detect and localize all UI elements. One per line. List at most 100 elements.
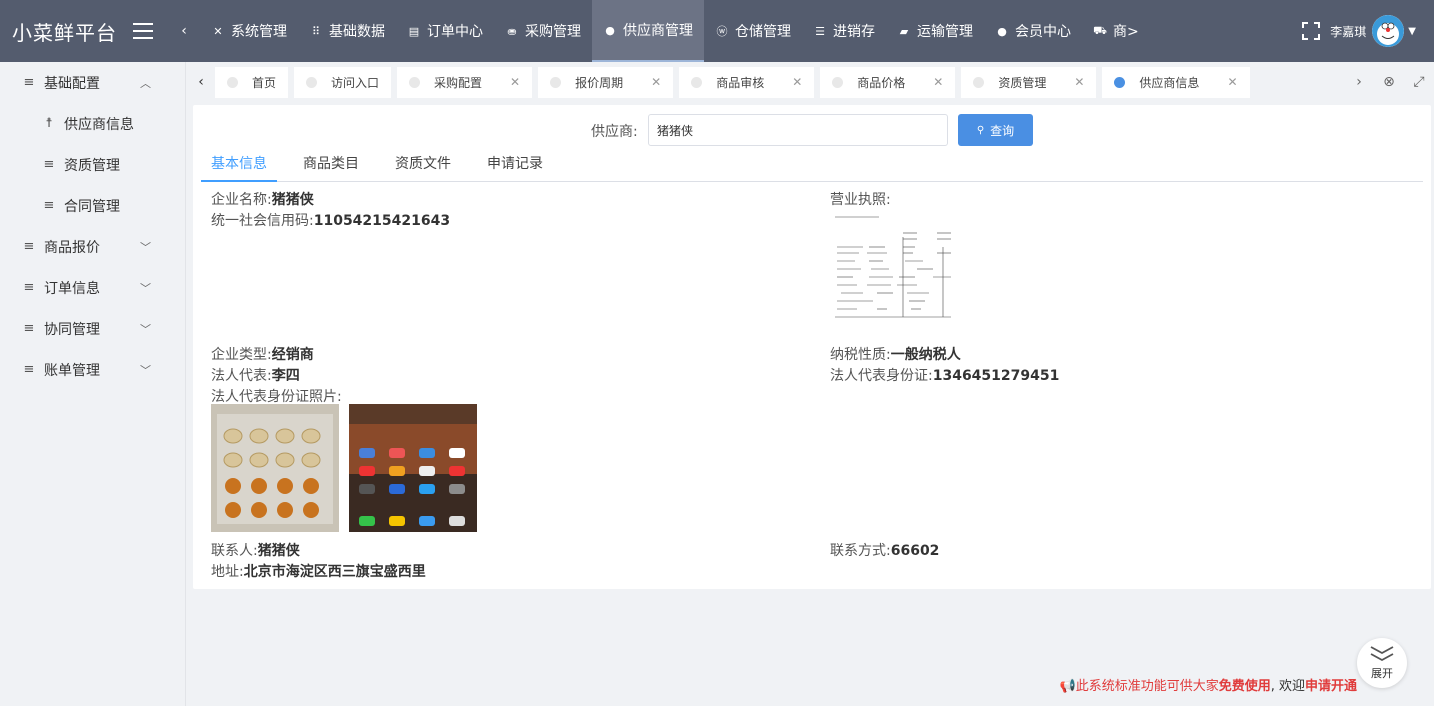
sidebar-item-contract[interactable]: ≡ 合同管理 bbox=[0, 185, 185, 226]
basket-icon: ⛂ bbox=[507, 24, 517, 38]
license-label: 营业执照: bbox=[830, 192, 891, 208]
nav-basic-data[interactable]: ⠿ 基础数据 bbox=[298, 0, 396, 62]
nav-system[interactable]: ✕ 系统管理 bbox=[200, 0, 298, 62]
chevron-down-icon: ﹀ bbox=[140, 240, 151, 254]
detail-tabs: 基本信息 商品类目 资质文件 申请记录 bbox=[201, 154, 1423, 182]
legal-rep-field: 法人代表:李四 bbox=[211, 368, 300, 384]
chevron-down-icon: ﹀ bbox=[140, 281, 151, 295]
sidebar-item-supplier-info[interactable]: ☨ 供应商信息 bbox=[0, 103, 185, 144]
business-license-image[interactable] bbox=[833, 213, 953, 333]
tab-basic-info[interactable]: 基本信息 bbox=[201, 154, 277, 182]
nav-purchase[interactable]: ⛂ 采购管理 bbox=[494, 0, 592, 62]
tabs-bar: ‹ 首页 访问入口 采购配置 ✕ 报价周期 ✕ 商品审核 ✕ 商品价格 ✕ 资质管理 ✕ … bbox=[187, 62, 1434, 102]
tab-qualification[interactable]: 资质管理 ✕ bbox=[961, 66, 1097, 98]
nav-warehouse[interactable]: ⓦ 仓储管理 bbox=[704, 0, 802, 62]
legal-id-field: 法人代表身份证:1346451279451 bbox=[830, 368, 1060, 384]
apply-link[interactable]: 申请开通 bbox=[1305, 679, 1357, 694]
sliders-icon: ☰ bbox=[815, 24, 825, 38]
sidebar: ≡ 基础配置 ︿ ☨ 供应商信息 ≡ 资质管理 ≡ 合同管理 ≡ 商品报价 ﹀ ≡ 订单信息 ﹀ … bbox=[0, 62, 186, 706]
nav-inventory[interactable]: ☰ 进销存 bbox=[802, 0, 886, 62]
company-type-field: 企业类型:经销商 bbox=[211, 347, 314, 363]
sidebar-item-basic-config[interactable]: ≡ 基础配置 ︿ bbox=[0, 62, 185, 103]
tax-field: 纳税性质:一般纳税人 bbox=[830, 347, 961, 363]
list-icon: ≡ bbox=[23, 280, 35, 295]
chevron-down-icon: ﹀ bbox=[140, 322, 151, 336]
expand-button[interactable]: 展开 bbox=[1357, 638, 1407, 688]
list-icon: ≡ bbox=[23, 239, 35, 254]
top-right: 李嘉琪 ▼ bbox=[1302, 15, 1434, 47]
brand: 小菜鲜平台 bbox=[0, 0, 186, 62]
nav-orders[interactable]: ▤ 订单中心 bbox=[396, 0, 494, 62]
search-label: 供应商: bbox=[591, 124, 638, 140]
menu-toggle-icon[interactable] bbox=[133, 23, 153, 39]
nav-transport[interactable]: ▰ 运输管理 bbox=[886, 0, 984, 62]
credit-code-value: 11054215421643 bbox=[313, 213, 451, 229]
nav-scroll-left-icon[interactable]: ‹ bbox=[174, 23, 194, 39]
close-icon[interactable]: ✕ bbox=[933, 75, 943, 89]
app-title: 小菜鲜平台 bbox=[12, 20, 117, 45]
status-dot bbox=[973, 76, 985, 88]
close-icon[interactable]: ✕ bbox=[510, 75, 520, 89]
tabs-scroll-left-icon[interactable]: ‹ bbox=[187, 62, 215, 102]
car-icon: ▰ bbox=[899, 24, 909, 38]
grid-icon: ⠿ bbox=[311, 24, 321, 38]
id-photo-2[interactable] bbox=[349, 404, 477, 532]
company-type-value: 经销商 bbox=[271, 347, 314, 363]
close-icon[interactable]: ✕ bbox=[651, 75, 661, 89]
sidebar-item-qualification[interactable]: ≡ 资质管理 bbox=[0, 144, 185, 185]
nav-member[interactable]: ● 会员中心 bbox=[984, 0, 1082, 62]
top-nav: ✕ 系统管理 ⠿ 基础数据 ▤ 订单中心 ⛂ 采购管理 ● 供应商管理 ⓦ 仓储管理 ☰ 进销… bbox=[200, 0, 1150, 62]
contact-value: 猪猪侠 bbox=[257, 543, 300, 559]
company-name-field: 企业名称:猪猪侠 bbox=[211, 192, 314, 208]
search-input[interactable] bbox=[648, 114, 948, 146]
status-dot bbox=[691, 76, 703, 88]
chevron-down-icon[interactable]: ▼ bbox=[1408, 26, 1416, 37]
list-icon: ≡ bbox=[43, 198, 55, 213]
id-photo-1[interactable] bbox=[211, 404, 339, 532]
tab-goods-review[interactable]: 商品审核 ✕ bbox=[679, 66, 815, 98]
search-button[interactable]: ⚲ 查询 bbox=[958, 114, 1033, 146]
tab-supplier-info[interactable]: 供应商信息 ✕ bbox=[1102, 66, 1250, 98]
tab-purchase-config[interactable]: 采购配置 ✕ bbox=[397, 66, 533, 98]
credit-code-field: 统一社会信用码:11054215421643 bbox=[211, 213, 451, 229]
nav-supplier[interactable]: ● 供应商管理 bbox=[592, 0, 704, 62]
tab-quote-cycle[interactable]: 报价周期 ✕ bbox=[538, 66, 674, 98]
sidebar-item-order-info[interactable]: ≡ 订单信息 ﹀ bbox=[0, 267, 185, 308]
user-icon: ● bbox=[997, 24, 1007, 38]
sidebar-item-billing[interactable]: ≡ 账单管理 ﹀ bbox=[0, 349, 185, 390]
chevron-up-icon: ︿ bbox=[140, 76, 151, 90]
tab-qualification-files[interactable]: 资质文件 bbox=[385, 154, 461, 182]
tab-application-records[interactable]: 申请记录 bbox=[477, 154, 553, 182]
status-dot bbox=[832, 76, 844, 88]
list-icon: ≡ bbox=[43, 157, 55, 172]
expand-icon[interactable]: ⤢ bbox=[1404, 62, 1434, 102]
fullscreen-icon[interactable] bbox=[1302, 22, 1321, 40]
user-name[interactable]: 李嘉琪 bbox=[1330, 23, 1366, 40]
tab-goods-price[interactable]: 商品价格 ✕ bbox=[820, 66, 956, 98]
promo-notice: 📢此系统标准功能可供大家免费使用, 欢迎申请开通 bbox=[1059, 679, 1358, 694]
tabs-scroll-right-icon[interactable]: › bbox=[1344, 62, 1374, 102]
company-name-value: 猪猪侠 bbox=[271, 192, 314, 208]
tab-home[interactable]: 首页 bbox=[215, 66, 289, 98]
tab-goods-category[interactable]: 商品类目 bbox=[293, 154, 369, 182]
nav-mall[interactable]: ⛟ 商> bbox=[1082, 0, 1150, 62]
status-dot bbox=[227, 76, 238, 88]
close-all-icon[interactable]: ⊗ bbox=[1374, 62, 1404, 102]
chevron-down-icon: ﹀ bbox=[140, 363, 151, 377]
list-icon: ≡ bbox=[23, 321, 35, 336]
close-icon[interactable]: ✕ bbox=[792, 75, 802, 89]
tab-access[interactable]: 访问入口 bbox=[294, 66, 392, 98]
expand-label: 展开 bbox=[1371, 667, 1393, 680]
top-bar: 小菜鲜平台 ‹ ✕ 系统管理 ⠿ 基础数据 ▤ 订单中心 ⛂ 采购管理 ● 供应商管理 ⓦ… bbox=[0, 0, 1434, 62]
avatar[interactable] bbox=[1372, 15, 1405, 47]
address-value: 北京市海淀区西三旗宝盛西里 bbox=[243, 564, 426, 580]
sidebar-item-collab[interactable]: ≡ 协同管理 ﹀ bbox=[0, 308, 185, 349]
contact-field: 联系人:猪猪侠 bbox=[211, 543, 300, 559]
legal-id-value: 1346451279451 bbox=[932, 368, 1060, 384]
megaphone-icon: 📢 bbox=[1059, 679, 1076, 694]
document-icon: ▤ bbox=[408, 24, 420, 38]
status-dot bbox=[306, 76, 318, 88]
close-icon[interactable]: ✕ bbox=[1074, 75, 1084, 89]
close-icon[interactable]: ✕ bbox=[1227, 75, 1237, 89]
sidebar-item-quote[interactable]: ≡ 商品报价 ﹀ bbox=[0, 226, 185, 267]
